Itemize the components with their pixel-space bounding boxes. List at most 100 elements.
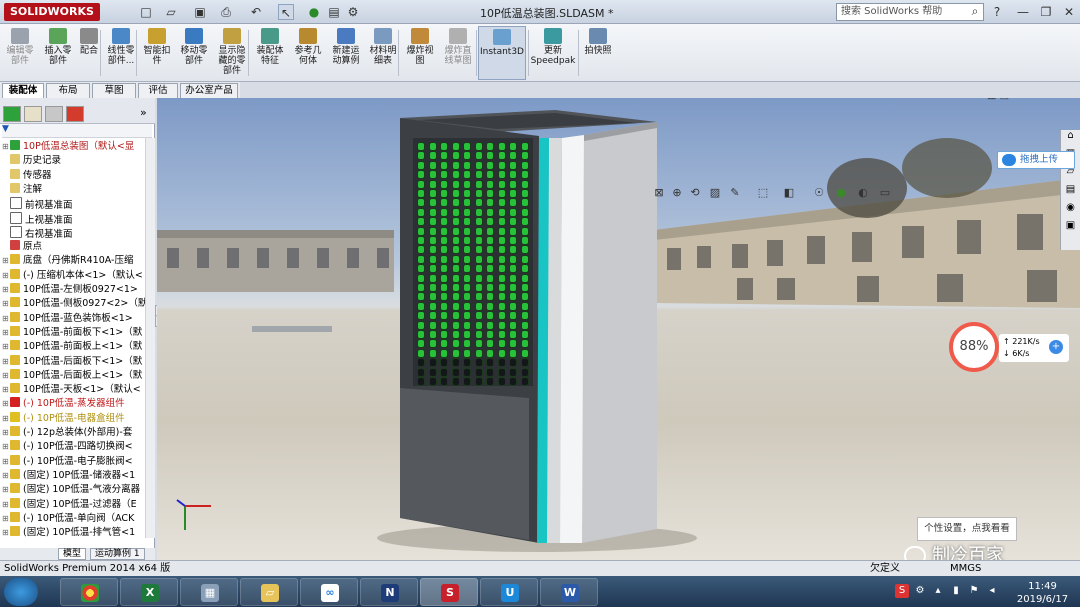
taskbar-app-u[interactable]: U [480, 578, 538, 606]
cloud-upload-badge[interactable]: 拖拽上传 [997, 151, 1075, 169]
tab-sketch[interactable]: 草图 [92, 83, 136, 98]
expand-toggle-icon[interactable]: ⊞ [2, 412, 10, 426]
viewport-split-icon[interactable]: ▥ ▤ [987, 98, 1009, 101]
tab-evaluate[interactable]: 评估 [138, 83, 178, 98]
tab-layout[interactable]: 布局 [46, 83, 90, 98]
appearances-tab-icon[interactable]: ◉ [1061, 202, 1080, 220]
exploded-view-button[interactable]: 爆炸视 图 [402, 26, 438, 80]
previous-view-icon[interactable]: ⟲ [688, 186, 702, 200]
expand-toggle-icon[interactable]: ⊞ [2, 326, 10, 340]
plus-icon[interactable]: + [1049, 340, 1063, 354]
memory-usage-gauge[interactable]: 88% [949, 322, 999, 372]
tab-motion-study[interactable]: 运动算例 1 [90, 548, 145, 560]
tray-network-icon[interactable]: ▮ [949, 584, 963, 598]
view-settings-icon[interactable]: ▭ [878, 186, 892, 200]
feature-tree-item[interactable]: ⊞ (固定) 10P低温-气液分离器 [2, 483, 152, 497]
taskbar-chrome[interactable] [60, 578, 118, 606]
move-component-button[interactable]: 移动零 部件 [176, 26, 212, 80]
filter-bar[interactable]: ▼ [2, 124, 152, 138]
resources-tab-icon[interactable]: ⌂ [1061, 130, 1080, 148]
mate-button[interactable]: 配合 [76, 26, 102, 80]
smart-fasteners-button[interactable]: 智能扣 件 [140, 26, 174, 80]
zoom-to-fit-icon[interactable]: ⊠ [652, 186, 666, 200]
options-gear-icon[interactable]: ⚙ [345, 4, 361, 20]
feature-tree-item[interactable]: 右视基准面 [2, 225, 152, 240]
help-search-input[interactable]: 搜索 SolidWorks 帮助 [836, 3, 984, 21]
expand-panel-icon[interactable]: » [140, 106, 152, 120]
tray-flag-icon[interactable]: ⚑ [967, 584, 981, 598]
expand-toggle-icon[interactable]: ⊞ [2, 140, 10, 154]
edit-component-button[interactable]: 编辑零 部件 [2, 26, 38, 80]
feature-tree-item[interactable]: ⊞ 10P低温-左侧板0927<1> [2, 283, 152, 297]
expand-toggle-icon[interactable]: ⊞ [2, 512, 10, 526]
feature-tree-item[interactable]: ⊞ (固定) 10P低温-过滤器（E [2, 497, 152, 512]
expand-toggle-icon[interactable]: ⊞ [2, 340, 10, 354]
restore-button[interactable]: ❐ [1035, 3, 1057, 21]
feature-tree-item[interactable]: ⊞ (固定) 10P低温-排气管<1 [2, 526, 152, 540]
tab-office-products[interactable]: 办公室产品 [180, 83, 238, 98]
expand-toggle-icon[interactable]: ⊞ [2, 297, 10, 311]
feature-tree-item[interactable]: ⊞ 底盘（丹佛斯R410A-压缩 [2, 254, 152, 268]
print-icon[interactable]: ⎙ [218, 4, 234, 20]
expand-toggle-icon[interactable]: ⊞ [2, 483, 10, 497]
save-icon[interactable]: ▣ [192, 4, 208, 20]
taskbar-solidworks[interactable]: S [420, 578, 478, 606]
feature-tree-item[interactable]: ⊞ (-) 10P低温-单向阀（ACK [2, 511, 152, 526]
expand-toggle-icon[interactable]: ⊞ [2, 269, 10, 283]
assembly-features-button[interactable]: 装配体 特征 [252, 26, 288, 80]
feature-tree-item[interactable]: ⊞ (-) 压缩机本体<1>（默认< [2, 268, 152, 283]
expand-toggle-icon[interactable]: ⊞ [2, 283, 10, 297]
take-snapshot-button[interactable]: 拍快照 [580, 26, 616, 80]
tab-assembly[interactable]: 装配体 [2, 83, 44, 98]
expand-toggle-icon[interactable]: ⊞ [2, 312, 10, 326]
open-folder-icon[interactable]: ▱ [163, 4, 179, 20]
start-button[interactable] [4, 578, 38, 606]
feature-tree-scrollbar[interactable] [145, 138, 155, 538]
viewport-restore-icon[interactable]: ▭ ❐ ✕ [1022, 98, 1055, 101]
graphics-viewport[interactable]: ⊠ ⊕ ⟲ ▨ ✎ ⬚ ◧ ☉ ● ◐ ▭ ▥ ▤ ▭ ❐ ✕ ⌂ ▦ ▱ ▤ … [157, 98, 1080, 560]
filter-icon[interactable]: ▼ [2, 124, 9, 134]
reference-geometry-button[interactable]: 参考几 何体 [290, 26, 326, 80]
appearance-manager-tab-icon[interactable] [66, 106, 84, 122]
feature-tree-item[interactable]: ⊞ 10P低温总装图（默认<显 [2, 140, 152, 154]
feature-tree-item[interactable]: ⊞ (-) 12p总装体(外部用)-套 [2, 426, 152, 440]
feature-tree-item[interactable]: 注解 [2, 182, 152, 197]
feature-tree-item[interactable]: ⊞ (-) 10P低温-四路切换阀< [2, 440, 152, 454]
minimize-button[interactable]: — [1012, 3, 1034, 21]
show-hidden-components-button[interactable]: 显示隐 藏的零 部件 [214, 26, 250, 80]
new-motion-study-button[interactable]: 新建运 动算例 [328, 26, 364, 80]
apply-scene-icon[interactable]: ◐ [856, 186, 870, 200]
feature-tree-item[interactable]: ⊞ 10P低温-天板<1>（默认< [2, 383, 152, 397]
property-manager-tab-icon[interactable] [24, 106, 42, 122]
search-icon[interactable]: ⌕ [968, 4, 982, 18]
close-button[interactable]: ✕ [1058, 3, 1080, 21]
tab-model[interactable]: 模型 [58, 548, 87, 560]
feature-manager-tab-icon[interactable] [3, 106, 21, 122]
feature-tree-item[interactable]: 历史记录 [2, 154, 152, 168]
expand-toggle-icon[interactable]: ⊞ [2, 254, 10, 268]
feature-tree-item[interactable]: 传感器 [2, 168, 152, 183]
configuration-manager-tab-icon[interactable] [45, 106, 63, 122]
hide-show-items-icon[interactable]: ☉ [812, 186, 826, 200]
status-units[interactable]: MMGS [950, 561, 981, 576]
tray-arrow-icon[interactable]: ▴ [931, 584, 945, 598]
instant3d-button[interactable]: Instant3D [478, 26, 526, 80]
file-properties-icon[interactable]: ▤ [326, 4, 342, 20]
feature-tree-item[interactable]: ⊞ (固定) 10P低温-储液器<1 [2, 468, 152, 483]
taskbar-clock[interactable]: 11:49 2019/6/17 [1005, 578, 1080, 606]
feature-tree-item[interactable]: 原点 [2, 240, 152, 254]
update-speedpak-button[interactable]: 更新 Speedpak [530, 26, 576, 80]
select-pointer-icon[interactable]: ↖ [278, 4, 294, 20]
expand-toggle-icon[interactable]: ⊞ [2, 355, 10, 369]
explode-line-sketch-button[interactable]: 爆炸直 线草图 [440, 26, 476, 80]
taskbar-baidu-netdisk[interactable]: ∞ [300, 578, 358, 606]
taskbar-word[interactable]: W [540, 578, 598, 606]
expand-toggle-icon[interactable]: ⊞ [2, 498, 10, 512]
rebuild-icon[interactable]: ● [306, 4, 322, 20]
display-style-icon[interactable]: ◧ [782, 186, 796, 200]
feature-tree-item[interactable]: ⊞ 10P低温-后面板下<1>（默 [2, 354, 152, 369]
feature-tree-item[interactable]: ⊞ 10P低温-前面板上<1>（默 [2, 340, 152, 354]
tray-settings-icon[interactable]: ⚙ [913, 584, 927, 598]
new-document-icon[interactable]: □ [138, 4, 154, 20]
custom-properties-tab-icon[interactable]: ▣ [1061, 220, 1080, 238]
